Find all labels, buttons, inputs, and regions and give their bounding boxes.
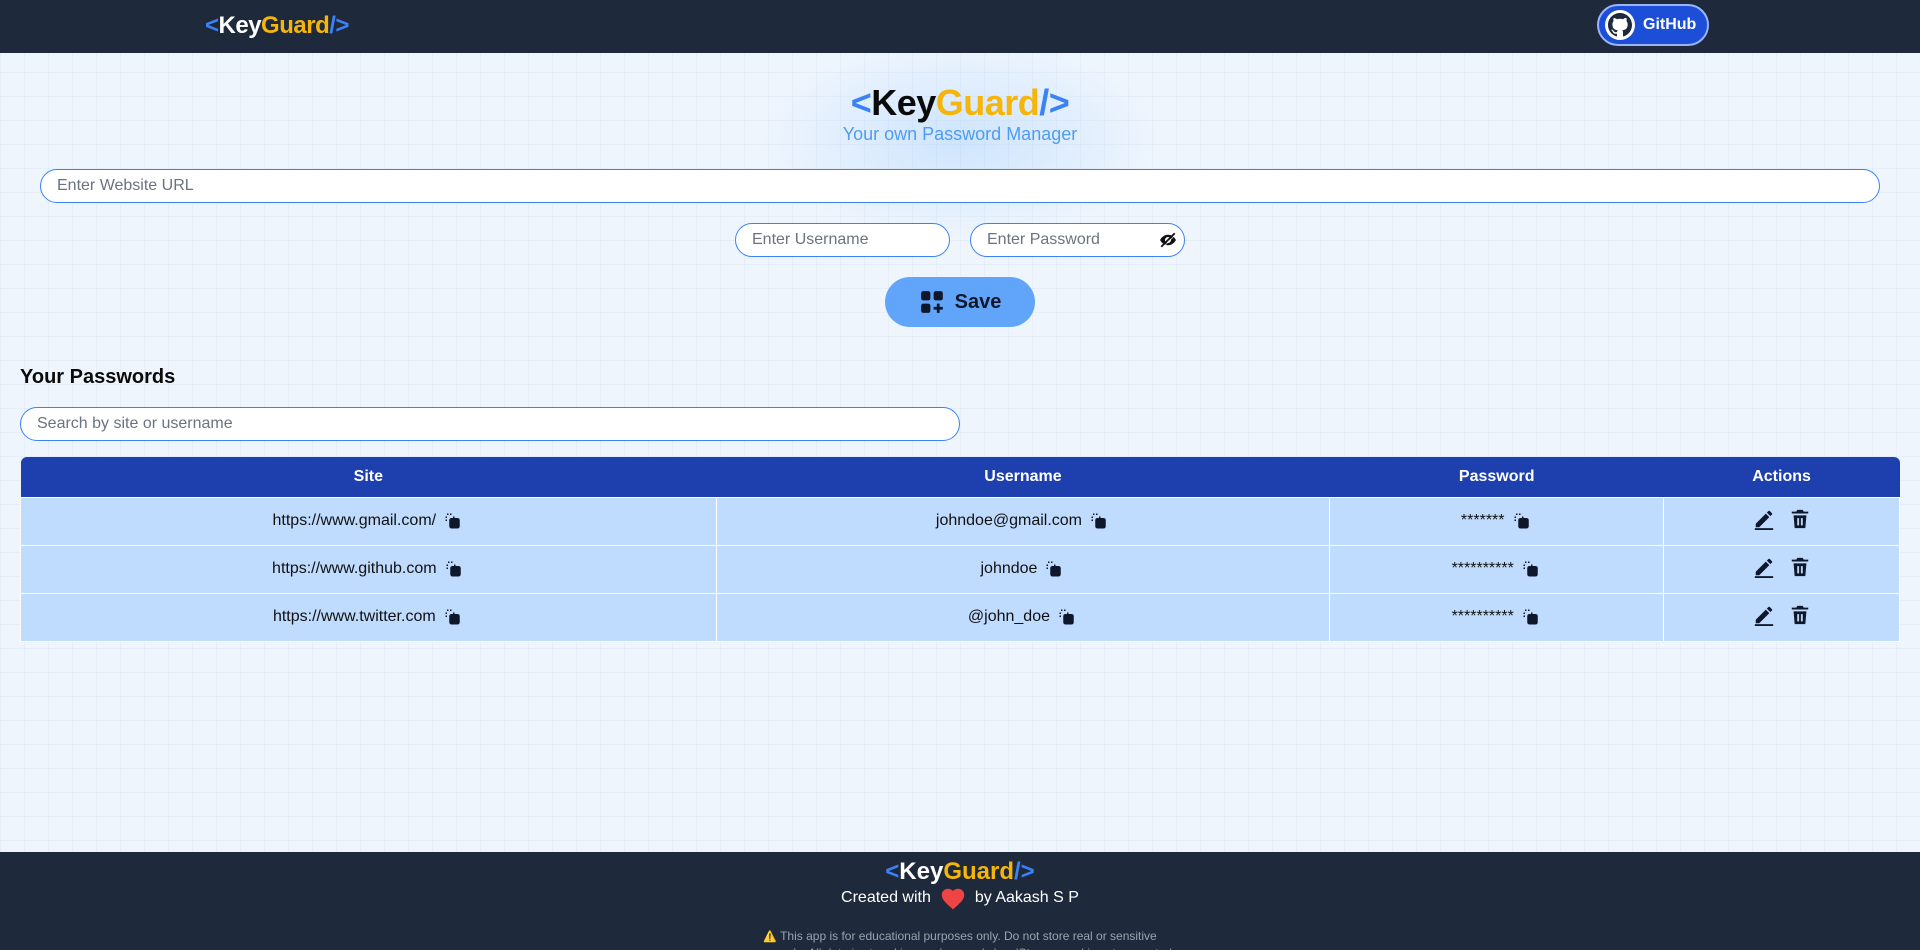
tagline: Your own Password Manager: [842, 124, 1078, 144]
warning-icon: ⚠️: [763, 931, 777, 943]
created-with-text: Created with: [841, 889, 931, 906]
heart-icon: [939, 886, 967, 910]
hero-logo-bracket-open: <: [850, 82, 872, 123]
site-cell: https://www.github.com: [20, 544, 717, 594]
password-text: *******: [1460, 512, 1505, 529]
copy-icon[interactable]: [1043, 558, 1065, 580]
search-input[interactable]: [20, 407, 960, 441]
username-cell: johndoe: [715, 544, 1331, 594]
actions-cell: [1663, 592, 1900, 642]
actions-cell: [1663, 544, 1900, 594]
copy-icon[interactable]: [1520, 606, 1542, 628]
eye-slash-icon[interactable]: [1158, 230, 1178, 250]
logo-key: Key: [218, 12, 262, 39]
password-input[interactable]: [970, 223, 1185, 257]
copy-icon[interactable]: [442, 606, 464, 628]
column-header-site: Site: [20, 457, 717, 497]
table-row: https://www.twitter.com @john_doe ********…: [20, 592, 1900, 642]
password-text: **********: [1451, 608, 1514, 625]
username-text: @john_doe: [967, 608, 1050, 625]
trash-icon[interactable]: [1789, 604, 1811, 626]
footer-logo-bracket-open: <: [885, 858, 900, 885]
username-text: johndoe@gmail.com: [935, 512, 1082, 529]
disclaimer-text: This app is for educational purposes onl…: [745, 929, 1176, 950]
username-text: johndoe: [980, 560, 1038, 577]
password-cell: *******: [1329, 496, 1665, 546]
footer: <KeyGuard/> Created with by Aakash S P ⚠…: [0, 852, 1920, 950]
footer-credit: Created with by Aakash S P: [0, 886, 1920, 910]
pencil-icon[interactable]: [1753, 508, 1775, 530]
hero-logo-guard: Guard: [935, 82, 1040, 123]
copy-icon[interactable]: [443, 558, 465, 580]
column-header-actions: Actions: [1663, 457, 1900, 497]
footer-logo-key: Key: [899, 858, 944, 885]
site-cell: https://www.gmail.com/: [20, 496, 717, 546]
github-icon: [1605, 10, 1635, 40]
logo-bracket-open: <: [205, 12, 219, 39]
table-row: https://www.github.com johndoe **********: [20, 544, 1900, 594]
footer-logo-bracket-close: />: [1014, 858, 1035, 885]
grid-plus-icon: [919, 289, 945, 315]
site-text: https://www.gmail.com/: [272, 512, 437, 529]
copy-icon[interactable]: [1056, 606, 1078, 628]
footer-logo-guard: Guard: [943, 858, 1015, 885]
logo-bracket-close: />: [329, 12, 349, 39]
save-label: Save: [954, 290, 1002, 313]
passwords-title: Your Passwords: [20, 366, 176, 388]
copy-icon[interactable]: [1088, 510, 1110, 532]
table-row: https://www.gmail.com/johndoe@gmail.com *…: [20, 496, 1900, 546]
username-cell: @john_doe: [715, 592, 1331, 642]
trash-icon[interactable]: [1789, 556, 1811, 578]
copy-icon[interactable]: [442, 510, 464, 532]
logo-guard: Guard: [261, 12, 330, 39]
pencil-icon[interactable]: [1753, 556, 1775, 578]
site-text: https://www.twitter.com: [272, 608, 436, 625]
password-cell: **********: [1329, 592, 1665, 642]
copy-icon[interactable]: [1520, 558, 1542, 580]
pencil-icon[interactable]: [1753, 604, 1775, 626]
hero-logo: <KeyGuard/>: [0, 82, 1920, 124]
actions-cell: [1663, 496, 1900, 546]
navbar: <KeyGuard/> GitHub: [0, 0, 1920, 53]
column-header-password: Password: [1329, 457, 1664, 497]
save-button[interactable]: Save: [885, 277, 1035, 327]
password-text: **********: [1451, 560, 1514, 577]
username-cell: johndoe@gmail.com: [715, 496, 1331, 546]
github-button[interactable]: GitHub: [1597, 4, 1709, 46]
hero-logo-bracket-close: />: [1039, 82, 1070, 123]
table-header-row: Site Username Password Actions: [20, 457, 1900, 497]
passwords-table: Site Username Password Actions https://w…: [20, 457, 1900, 642]
trash-icon[interactable]: [1789, 508, 1811, 530]
disclaimer: ⚠️ This app is for educational purposes …: [735, 928, 1185, 950]
password-cell: **********: [1329, 544, 1665, 594]
footer-logo: <KeyGuard/>: [0, 858, 1920, 886]
hero-logo-key: Key: [871, 82, 936, 123]
username-input[interactable]: [735, 223, 950, 257]
column-header-username: Username: [716, 457, 1330, 497]
author-text: by Aakash S P: [974, 889, 1079, 906]
nav-logo[interactable]: <KeyGuard/>: [205, 12, 349, 40]
website-url-input[interactable]: [40, 169, 1880, 203]
github-label: GitHub: [1643, 16, 1697, 33]
site-cell: https://www.twitter.com: [20, 592, 717, 642]
site-text: https://www.github.com: [272, 560, 437, 577]
copy-icon[interactable]: [1511, 510, 1533, 532]
